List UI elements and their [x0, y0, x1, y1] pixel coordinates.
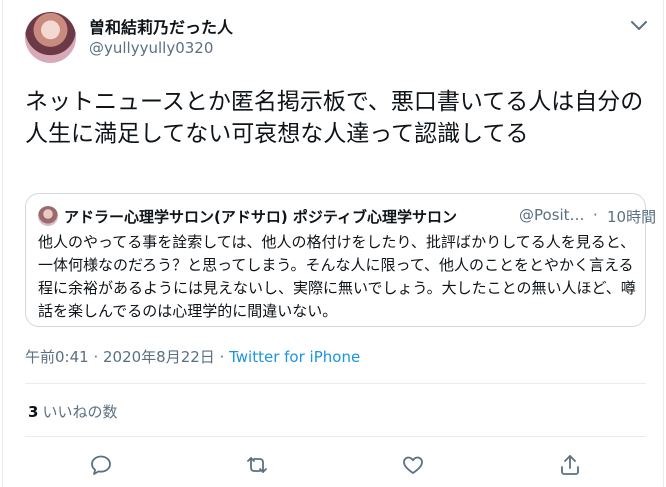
author-display-name[interactable]: 曽和結莉乃だった人: [89, 14, 233, 38]
quoted-time: 10時間: [607, 208, 657, 226]
likes-count: 3: [28, 403, 39, 421]
retweet-icon[interactable]: [245, 453, 269, 477]
quoted-tweet[interactable]: アドラー心理学サロン(アドサロ) ポジティブ心理学サロン @Posit… · 1…: [25, 193, 656, 327]
author-handle[interactable]: @yullyyully0320: [89, 39, 213, 57]
chevron-down-icon[interactable]: [628, 18, 650, 34]
likes-label: いいねの数: [42, 403, 118, 421]
quoted-author-name: アドラー心理学サロン(アドサロ) ポジティブ心理学サロン: [64, 208, 458, 226]
tweet-card: 曽和結莉乃だった人 @yullyyully0320 ネットニュースとか匿名掲示板…: [2, 0, 664, 487]
divider: [25, 383, 646, 384]
tweet-meta: 午前0:41 · 2020年8月22日 · Twitter for iPhone: [25, 346, 360, 367]
meta-separator: ·: [214, 348, 230, 366]
share-icon[interactable]: [558, 453, 582, 477]
source-link[interactable]: Twitter for iPhone: [229, 348, 360, 366]
like-icon[interactable]: [401, 453, 425, 477]
timestamp[interactable]: 午前0:41 · 2020年8月22日: [25, 348, 215, 366]
quoted-author-handle: @Posit…: [519, 206, 585, 224]
quoted-tweet-text: 他人のやってる事を詮索しては、他人の格付けをしたり、批評ばかりしてる人を見ると、…: [38, 233, 636, 320]
reply-icon[interactable]: [89, 453, 113, 477]
divider: [25, 436, 646, 437]
quoted-author-avatar: [38, 206, 58, 226]
tweet-text: ネットニュースとか匿名掲示板で、悪口書いてる人は自分の人生に満足してない可哀想な…: [25, 89, 644, 147]
quoted-separator: ·: [593, 206, 598, 224]
likes-stat[interactable]: 3 いいねの数: [28, 401, 117, 422]
author-avatar[interactable]: [25, 12, 76, 63]
